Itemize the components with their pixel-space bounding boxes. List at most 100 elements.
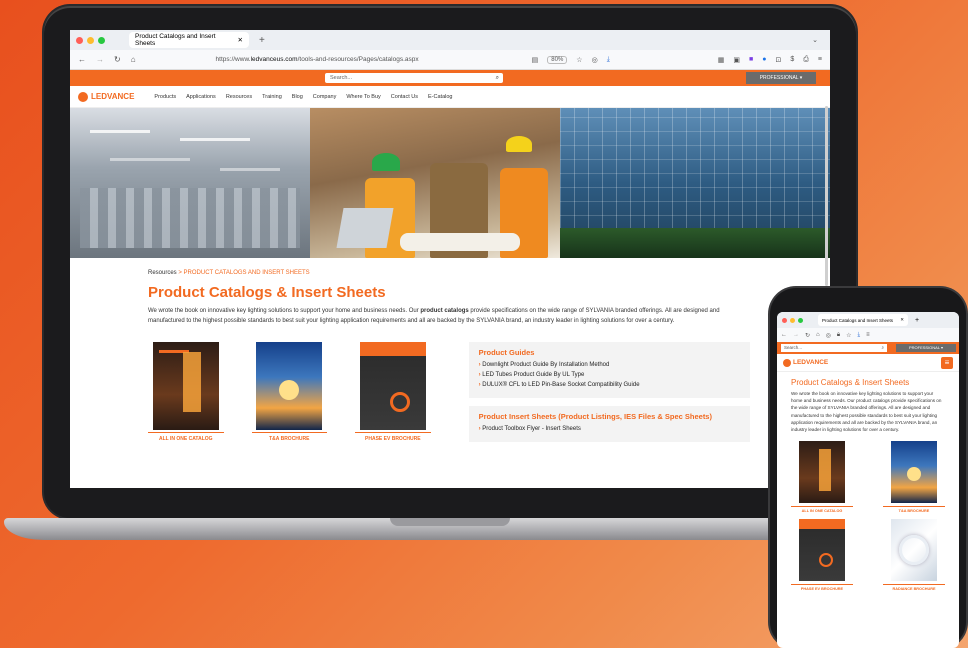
catalog-cover-radiance[interactable]	[891, 519, 937, 582]
nav-item-training[interactable]: Training	[262, 94, 282, 100]
mobile-catalog-grid: ALL IN ONE CATALOG T&A BROCHURE PHASE EV…	[791, 441, 945, 597]
catalog-label[interactable]: T&A BROCHURE	[883, 506, 945, 513]
forward-arrow-icon[interactable]: →	[793, 332, 799, 338]
breadcrumb-separator: >	[178, 270, 182, 276]
share-icon[interactable]: ⎙	[803, 56, 809, 64]
extension-icon[interactable]: ⊡	[776, 56, 782, 64]
catalog-cover-phase-ev[interactable]	[359, 342, 426, 430]
guide-link[interactable]: DULUX® CFL to LED Pin-Base Socket Compat…	[479, 382, 740, 388]
mobile-professional-dropdown[interactable]: PROFESSIONAL ▾	[896, 344, 956, 352]
hamburger-menu-icon[interactable]: ≡	[941, 356, 953, 369]
mobile-catalog-card[interactable]: PHASE EV BROCHURE	[791, 519, 853, 591]
catalog-label[interactable]: ALL IN ONE CATALOG	[148, 432, 224, 442]
mobile-browser-tab[interactable]: Product Catalogs and Insert Sheets ✕	[818, 314, 908, 326]
catalog-card[interactable]: ALL IN ONE CATALOG	[148, 342, 224, 450]
bookmark-star-icon[interactable]: ☆	[576, 56, 582, 64]
nav-item-blog[interactable]: Blog	[292, 94, 303, 100]
new-tab-button[interactable]: +	[915, 317, 919, 324]
close-window-icon[interactable]	[782, 317, 787, 323]
insert-sheet-link[interactable]: Product Toolbox Flyer - Insert Sheets	[479, 426, 740, 432]
professional-dropdown[interactable]: PROFESSIONAL ▾	[746, 72, 816, 84]
home-icon[interactable]: ⌂	[131, 55, 136, 64]
mobile-browser-toolbar: ← → ↻ ⌂ ◎ 🔒︎ ☆ ⤓ ≡	[777, 328, 959, 342]
nav-item-products[interactable]: Products	[154, 94, 176, 100]
extension-icon[interactable]: ▦	[718, 56, 725, 64]
minimize-window-icon[interactable]	[87, 36, 94, 44]
search-icon[interactable]: ⌕	[881, 344, 884, 352]
hero-image-building	[560, 108, 830, 258]
mobile-catalog-card[interactable]: RADIANCE BROCHURE	[883, 519, 945, 591]
main-content: Resources > PRODUCT CATALOGS AND INSERT …	[70, 258, 830, 450]
catalog-cover-all-in-one[interactable]	[799, 441, 845, 504]
minimize-window-icon[interactable]	[790, 317, 795, 323]
nav-item-where-to-buy[interactable]: Where To Buy	[346, 94, 380, 100]
extension-icon[interactable]: ■	[749, 56, 753, 63]
insert-sheets-title: Product Insert Sheets (Product Listings,…	[478, 412, 712, 421]
catalog-label[interactable]: ALL IN ONE CATALOG	[791, 506, 853, 513]
guide-link[interactable]: LED Tubes Product Guide By UL Type	[479, 372, 740, 378]
back-arrow-icon[interactable]: ←	[781, 332, 787, 338]
nav-item-resources[interactable]: Resources	[226, 94, 252, 100]
catalog-cover-phase-ev[interactable]	[799, 519, 845, 582]
catalog-cover-ta-brochure[interactable]	[891, 441, 937, 504]
browser-tab[interactable]: Product Catalogs and Insert Sheets ✕	[129, 32, 249, 48]
mobile-nav: LEDVANCE ≡	[777, 354, 959, 372]
zoom-level[interactable]: 80%	[547, 55, 568, 64]
insert-sheets-panel: Product Insert Sheets (Product Listings,…	[468, 406, 750, 442]
menu-icon[interactable]: ≡	[818, 56, 822, 63]
mobile-catalog-card[interactable]: ALL IN ONE CATALOG	[791, 441, 853, 513]
nav-item-contact-us[interactable]: Contact Us	[391, 94, 418, 100]
bookmark-star-icon[interactable]: ☆	[846, 332, 851, 339]
logo-mark-icon	[78, 91, 88, 102]
catalog-label[interactable]: T&A BROCHURE	[251, 432, 328, 442]
download-icon[interactable]: ⤓	[607, 56, 610, 64]
close-tab-icon[interactable]: ✕	[238, 36, 243, 44]
maximize-window-icon[interactable]	[798, 317, 803, 323]
mobile-page-title: Product Catalogs & Insert Sheets	[791, 378, 910, 387]
ledvance-logo[interactable]: LEDVANCE	[783, 358, 828, 367]
catalog-label[interactable]: RADIANCE BROCHURE	[883, 584, 945, 591]
back-arrow-icon[interactable]: ←	[78, 55, 86, 64]
chevron-down-icon[interactable]: ⌄	[812, 36, 818, 44]
reload-icon[interactable]: ↻	[114, 55, 121, 64]
browser-toolbar: ← → ↻ ⌂ https://www.ledvanceus.com/tools…	[70, 50, 830, 70]
nav-item-applications[interactable]: Applications	[186, 94, 216, 100]
address-bar[interactable]: https://www.ledvanceus.com/tools-and-res…	[216, 56, 419, 63]
guide-link[interactable]: Downlight Product Guide By Installation …	[479, 362, 740, 368]
breadcrumb-resources[interactable]: Resources	[148, 270, 177, 276]
mobile-content: Product Catalogs & Insert Sheets We wrot…	[777, 372, 959, 603]
menu-icon[interactable]: ≡	[866, 332, 870, 338]
page-scrollbar[interactable]	[825, 106, 828, 286]
close-tab-icon[interactable]: ✕	[900, 317, 904, 323]
new-tab-button[interactable]: +	[259, 35, 265, 46]
reload-icon[interactable]: ↻	[805, 332, 810, 339]
reader-icon[interactable]: ▤	[532, 56, 539, 64]
catalog-cover-all-in-one[interactable]	[152, 342, 219, 430]
home-icon[interactable]: ⌂	[816, 332, 820, 338]
guides-panels: Product Guides Downlight Product Guide B…	[468, 342, 750, 450]
nav-item-e-catalog[interactable]: E-Catalog	[428, 94, 452, 100]
catalog-card[interactable]: T&A BROCHURE	[251, 342, 328, 450]
extension-icon[interactable]: ▣	[733, 56, 740, 64]
catalog-label[interactable]: PHASE EV BROCHURE	[355, 432, 431, 442]
catalog-label[interactable]: PHASE EV BROCHURE	[791, 584, 853, 591]
catalog-cover-ta-brochure[interactable]	[256, 342, 323, 430]
site-search-input[interactable]: Search... ⌕	[325, 73, 503, 83]
close-window-icon[interactable]	[76, 36, 83, 44]
extension-icon[interactable]: ●	[762, 56, 766, 63]
search-icon[interactable]: ⌕	[496, 73, 499, 83]
maximize-window-icon[interactable]	[98, 36, 105, 44]
nav-item-company[interactable]: Company	[313, 94, 337, 100]
catalog-card[interactable]: PHASE EV BROCHURE	[355, 342, 431, 450]
shield-icon[interactable]: ◎	[826, 332, 831, 339]
laptop-notch	[390, 518, 510, 526]
ledvance-logo[interactable]: LEDVANCE	[78, 91, 134, 102]
lock-icon[interactable]: 🔒︎	[837, 332, 840, 339]
download-icon[interactable]: ⤓	[858, 332, 861, 339]
mobile-catalog-card[interactable]: T&A BROCHURE	[883, 441, 945, 513]
forward-arrow-icon[interactable]: →	[96, 55, 104, 64]
mobile-search-input[interactable]: Search... ⌕	[781, 344, 887, 352]
shield-icon[interactable]: ◎	[592, 56, 598, 64]
mobile-tab-bar: Product Catalogs and Insert Sheets ✕ +	[777, 312, 959, 328]
dollar-icon[interactable]: $	[790, 56, 794, 63]
